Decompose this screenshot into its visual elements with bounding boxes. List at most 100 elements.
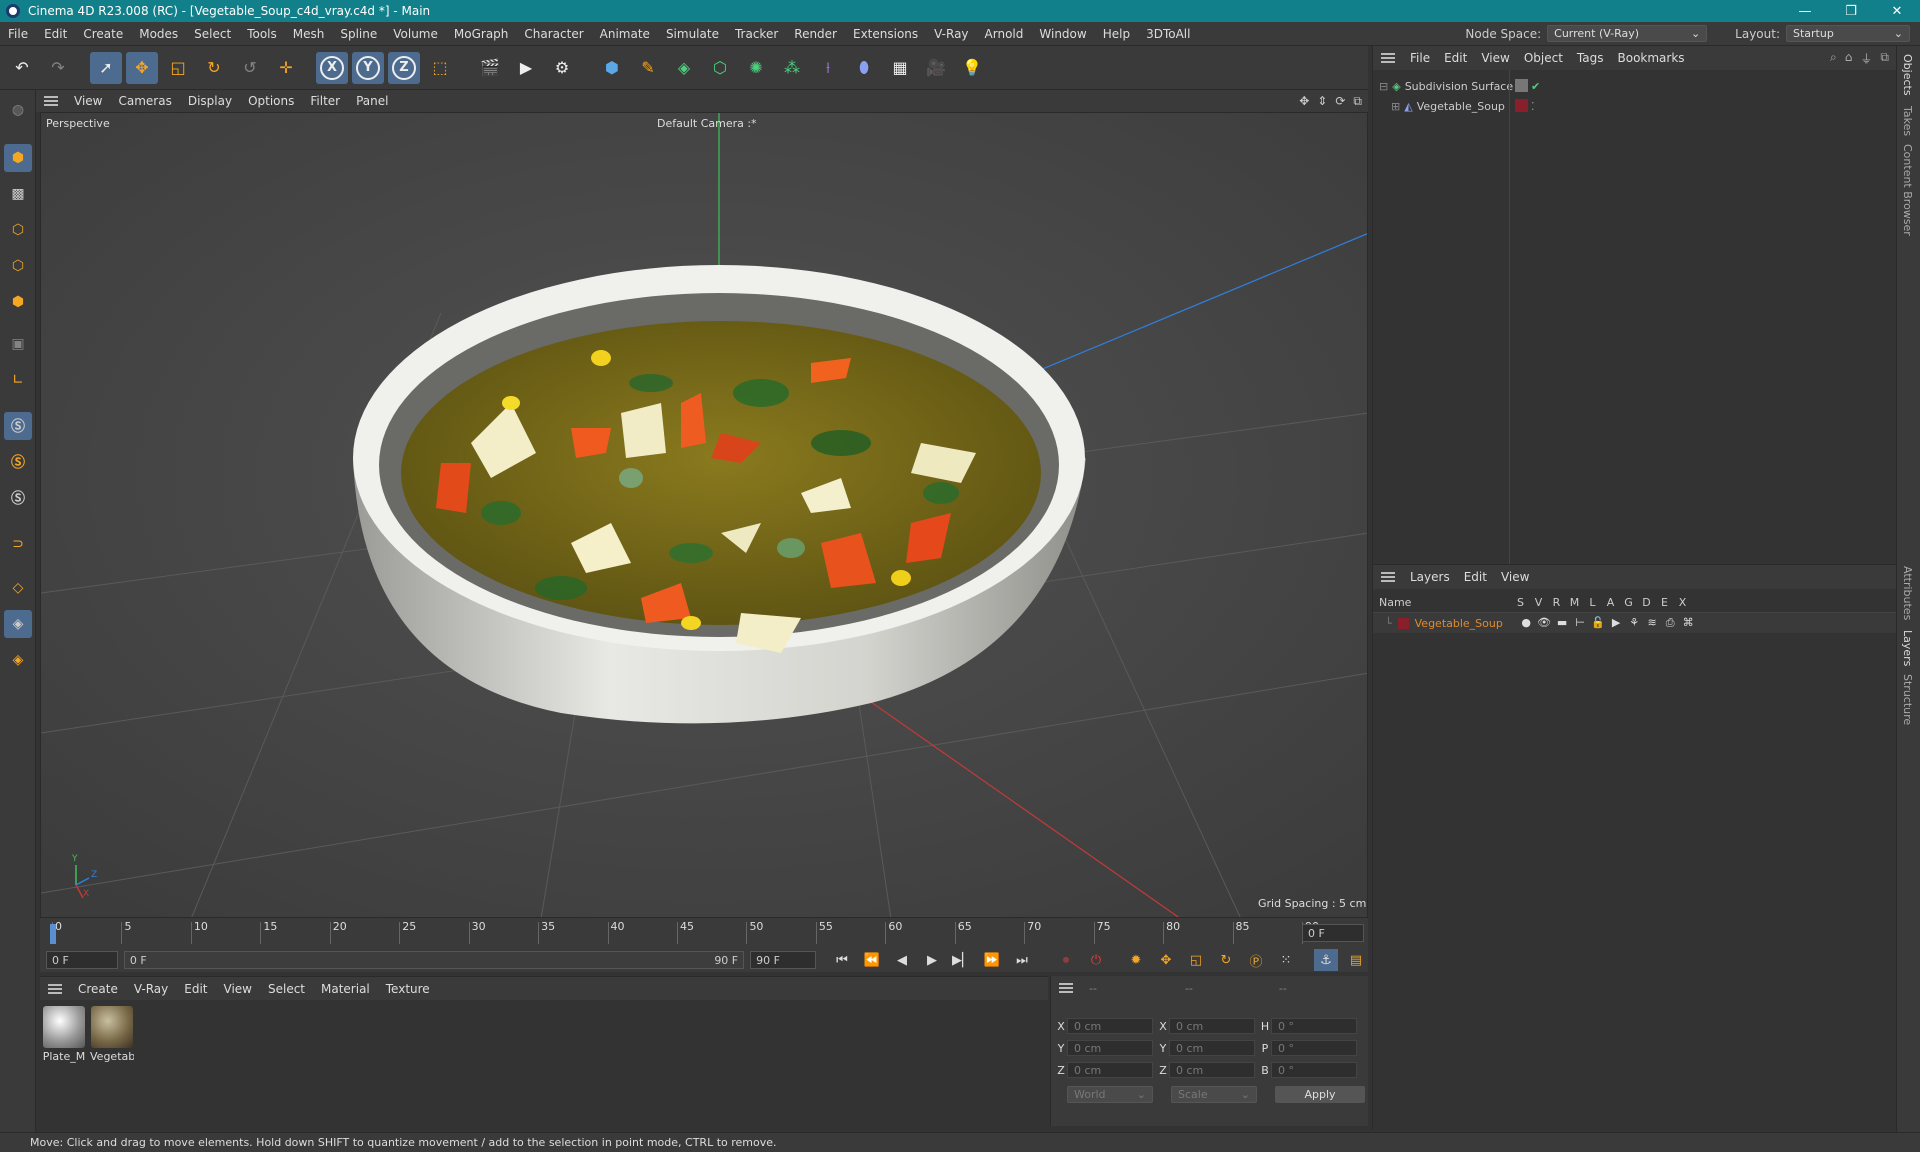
layer-col-view[interactable]: V (1531, 596, 1546, 609)
menu-window[interactable]: Window (1031, 27, 1094, 41)
snap-button[interactable]: Ⓢ (4, 412, 32, 440)
workplane-button[interactable]: ∟ (4, 366, 32, 394)
move-tool-button[interactable]: ✥ (126, 51, 158, 84)
menu-spline[interactable]: Spline (332, 27, 385, 41)
go-to-start-button[interactable]: ⏮ (830, 949, 854, 971)
make-editable-button[interactable]: ◍ (4, 96, 32, 124)
render-picture-viewer-button[interactable]: ▶ (510, 52, 542, 84)
floor-button[interactable]: ▦ (884, 52, 916, 84)
scale-tool-button[interactable]: ◱ (162, 52, 194, 84)
viewport-menu-view[interactable]: View (66, 94, 110, 108)
layer-col-manager[interactable]: M (1567, 596, 1582, 609)
object-menu-edit[interactable]: Edit (1437, 51, 1474, 65)
render-clapper-icon[interactable]: ▬ (1555, 616, 1570, 630)
tab-structure[interactable]: Structure (1901, 674, 1914, 725)
menu-modes[interactable]: Modes (131, 27, 186, 41)
z-axis-button[interactable]: Z (388, 51, 420, 84)
grid-button[interactable]: ◈ (4, 610, 32, 638)
nodespace-select[interactable]: Current (V-Ray) ⌄ (1547, 25, 1708, 42)
size-z-field[interactable]: 0 cm (1169, 1062, 1255, 1078)
deformer-icon[interactable]: ≋ (1645, 616, 1660, 630)
viewport-menu-options[interactable]: Options (240, 94, 302, 108)
y-axis-button[interactable]: Y (352, 51, 384, 84)
menu-tools[interactable]: Tools (239, 27, 285, 41)
material-item[interactable]: Plate_M (42, 1006, 86, 1063)
cube-button[interactable]: ⬢ (596, 52, 628, 84)
menu-arnold[interactable]: Arnold (977, 27, 1032, 41)
edge-mode-button[interactable]: ⬡ (4, 252, 32, 280)
model-mode-button[interactable]: ⬢ (4, 144, 32, 172)
redo-button[interactable]: ↷ (42, 52, 74, 84)
menu-vray[interactable]: V-Ray (926, 27, 976, 41)
polygon-mode-button[interactable]: ⬢ (4, 288, 32, 316)
manager-tree-icon[interactable]: ⊢ (1573, 616, 1588, 630)
layer-col-expressions[interactable]: E (1657, 596, 1672, 609)
restore-button[interactable]: ❐ (1828, 4, 1874, 19)
material-item[interactable]: Vegetab (90, 1006, 134, 1063)
light-button[interactable]: 💡 (956, 52, 988, 84)
viewport-menu-display[interactable]: Display (180, 94, 240, 108)
key-rotation-button[interactable]: ↻ (1214, 949, 1238, 971)
close-button[interactable]: ✕ (1874, 4, 1920, 19)
material-menu-edit[interactable]: Edit (176, 982, 215, 996)
menu-extensions[interactable]: Extensions (845, 27, 926, 41)
filter-icon[interactable]: ⏚ (1860, 50, 1872, 67)
layer-menu-layers[interactable]: Layers (1403, 570, 1457, 584)
autokey-button[interactable]: ⏻ (1084, 949, 1108, 971)
subdivision-button[interactable]: ◈ (668, 52, 700, 84)
tab-attributes[interactable]: Attributes (1901, 566, 1914, 620)
rotation-b-field[interactable]: 0 ° (1271, 1062, 1357, 1078)
camera-button[interactable]: 🎥 (920, 52, 952, 84)
motion-mode-button[interactable]: ⚓ (1313, 949, 1338, 971)
eye-icon[interactable]: 👁 (1537, 616, 1552, 630)
animation-play-icon[interactable]: ▶ (1609, 616, 1624, 630)
undo-button[interactable]: ↶ (6, 52, 38, 84)
end-frame-field[interactable]: 90 F (750, 951, 816, 969)
position-y-field[interactable]: 0 cm (1067, 1040, 1153, 1056)
size-x-field[interactable]: 0 cm (1169, 1018, 1255, 1034)
menu-tracker[interactable]: Tracker (727, 27, 786, 41)
menu-mesh[interactable]: Mesh (285, 27, 333, 41)
record-button[interactable]: ⏺ (1054, 949, 1078, 971)
coordinate-system-button[interactable]: ⬚ (424, 52, 456, 84)
key-position-button[interactable]: ✥ (1154, 949, 1178, 971)
rotation-p-field[interactable]: 0 ° (1271, 1040, 1357, 1056)
visibility-dots-icon[interactable]: ⁚ (1531, 100, 1535, 113)
size-mode-select[interactable]: Scale ⌄ (1171, 1085, 1257, 1103)
expand-icon[interactable]: ⊞ (1391, 100, 1400, 113)
quantize-button[interactable]: Ⓢ (4, 484, 32, 512)
magnet-button[interactable]: ⊃ (4, 530, 32, 558)
size-y-field[interactable]: 0 cm (1169, 1040, 1255, 1056)
coordinates-hamburger-icon[interactable] (1059, 983, 1073, 993)
material-menu-view[interactable]: View (216, 982, 260, 996)
extrude-button[interactable]: ⬡ (704, 52, 736, 84)
lock-icon[interactable]: 🔓 (1591, 616, 1606, 630)
deformer-button[interactable]: ⟊ (812, 52, 844, 84)
dolly-view-icon[interactable]: ⇕ (1317, 94, 1327, 109)
frame-range-slider[interactable]: 0 F 90 F (123, 951, 745, 969)
menu-volume[interactable]: Volume (385, 27, 446, 41)
uv-mode-button[interactable]: ▣ (4, 330, 32, 358)
layer-col-locked[interactable]: L (1585, 596, 1600, 609)
key-pla-button[interactable]: ⁙ (1274, 949, 1298, 971)
x-axis-button[interactable]: X (316, 51, 348, 84)
solo-dot-icon[interactable]: ● (1519, 616, 1534, 630)
enabled-check-icon[interactable]: ✔ (1531, 80, 1540, 93)
viewport-menu-cameras[interactable]: Cameras (110, 94, 179, 108)
menu-file[interactable]: File (0, 27, 36, 41)
previous-key-button[interactable]: ⏪ (860, 949, 884, 971)
visibility-toggle-icon[interactable] (1515, 79, 1528, 92)
layer-color-swatch[interactable] (1515, 99, 1528, 112)
mograph-cloner-button[interactable]: ✺ (740, 52, 772, 84)
orbit-view-icon[interactable]: ⟳ (1335, 94, 1345, 109)
object-menu-bookmarks[interactable]: Bookmarks (1611, 51, 1692, 65)
tab-content-browser[interactable]: Content Browser (1901, 144, 1914, 236)
go-to-end-button[interactable]: ⏭ (1010, 949, 1034, 971)
menu-mograph[interactable]: MoGraph (446, 27, 517, 41)
pen-spline-button[interactable]: ✎ (632, 52, 664, 84)
start-frame-field[interactable]: 0 F (46, 951, 118, 969)
new-window-icon[interactable]: ⧉ (1880, 50, 1889, 67)
next-frame-button[interactable]: ▶▏ (950, 949, 974, 971)
playhead[interactable] (50, 924, 56, 944)
play-button[interactable]: ▶ (920, 949, 944, 971)
